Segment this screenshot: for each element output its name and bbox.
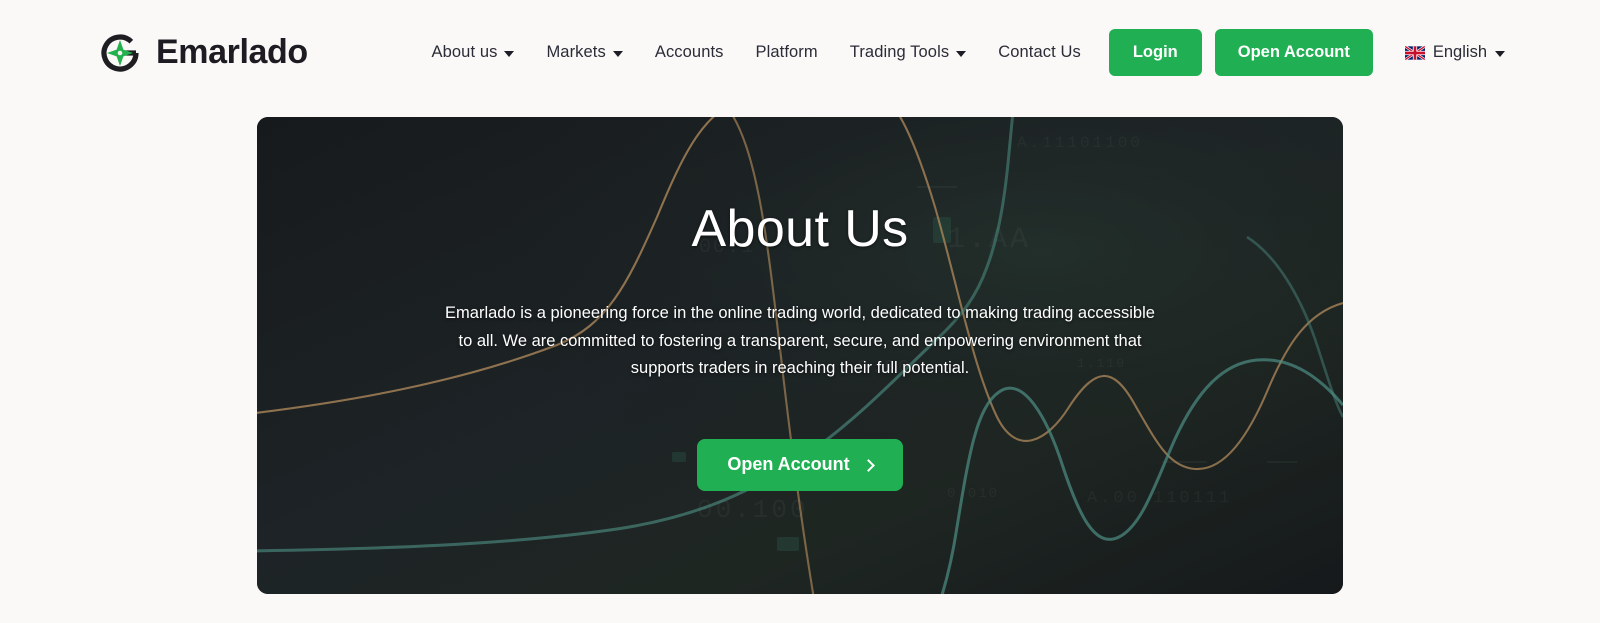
hero-card: 1.AA 00.100 00.1 0.00 1.00 A.00 110111 A…	[257, 117, 1343, 594]
brand-name: Emarlado	[156, 33, 308, 71]
open-account-button-hero[interactable]: Open Account	[697, 438, 903, 491]
uk-flag-icon	[1404, 45, 1425, 60]
hero-content: About Us Emarlado is a pioneering force …	[257, 117, 1343, 594]
open-account-button-header[interactable]: Open Account	[1214, 29, 1373, 76]
language-selector[interactable]: English	[1404, 43, 1505, 62]
nav-item-contact-us[interactable]: Contact Us	[982, 32, 1097, 74]
nav-item-accounts[interactable]: Accounts	[639, 32, 740, 74]
language-label: English	[1432, 43, 1487, 61]
brand-logo[interactable]: Emarlado	[95, 28, 308, 78]
nav-label: Contact Us	[998, 43, 1081, 61]
hero-description: Emarlado is a pioneering force in the on…	[445, 304, 1155, 377]
chevron-down-icon	[504, 50, 515, 57]
nav-item-markets[interactable]: Markets	[530, 32, 638, 74]
main-navigation: About us Markets Accounts Platform Tradi…	[416, 29, 1505, 76]
hero-section: 1.AA 00.100 00.1 0.00 1.00 A.00 110111 A…	[0, 105, 1600, 594]
nav-item-platform[interactable]: Platform	[740, 32, 834, 74]
nav-label: About us	[431, 43, 498, 61]
nav-item-about-us[interactable]: About us	[416, 32, 531, 74]
emarlado-compass-star-logo-icon	[101, 33, 139, 72]
page-title: About Us	[691, 200, 909, 258]
login-button[interactable]: Login	[1108, 29, 1202, 76]
nav-label: Accounts	[654, 43, 724, 61]
open-account-label: Open Account	[727, 454, 850, 474]
chevron-right-icon	[861, 458, 875, 472]
nav-label: Markets	[546, 43, 606, 61]
nav-item-trading-tools[interactable]: Trading Tools	[834, 32, 982, 74]
chevron-down-icon	[1495, 50, 1505, 57]
site-header: Emarlado About us Markets Accounts Platf…	[0, 0, 1600, 105]
chevron-down-icon	[956, 50, 967, 57]
nav-label: Platform	[755, 43, 818, 61]
nav-label: Trading Tools	[849, 43, 950, 61]
chevron-down-icon	[612, 50, 623, 57]
